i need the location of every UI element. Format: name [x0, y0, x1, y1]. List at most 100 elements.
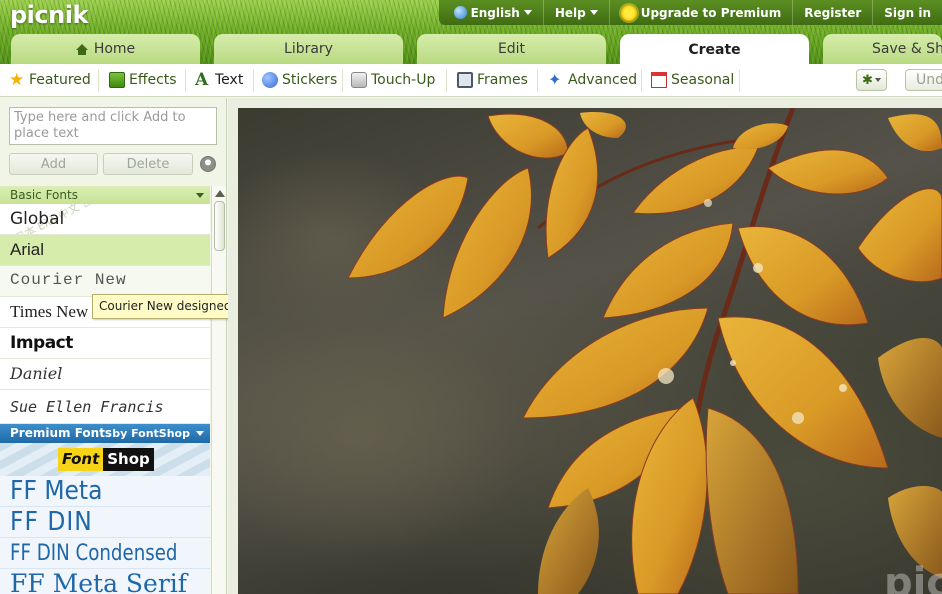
font-label: FF Meta	[10, 476, 103, 506]
divider	[253, 70, 254, 92]
font-item-daniel[interactable]: Daniel	[0, 359, 210, 390]
subtab-effects[interactable]: Effects	[109, 64, 177, 96]
scroll-up-arrow[interactable]	[215, 190, 225, 197]
sticker-icon	[262, 72, 278, 88]
help-menu[interactable]: Help	[542, 0, 609, 25]
subtab-seasonal-label: Seasonal	[671, 72, 735, 88]
tab-create-label: Create	[688, 41, 741, 58]
language-label: English	[470, 5, 520, 20]
header-bar: picnik English Help Upgrade to Premium R…	[0, 0, 942, 64]
font-label: Courier New	[10, 271, 127, 289]
subtab-frames-label: Frames	[477, 72, 528, 88]
tab-save-label: Save & Share	[872, 41, 942, 57]
fontshop-logo-font: Font	[58, 448, 104, 471]
add-button[interactable]: Add	[9, 153, 98, 175]
font-label: FF DIN	[10, 507, 93, 537]
subtab-advanced[interactable]: ✦ Advanced	[548, 64, 637, 96]
help-label: Help	[554, 5, 586, 20]
language-menu[interactable]: English	[443, 0, 543, 25]
font-item-impact[interactable]: Impact	[0, 328, 210, 359]
subtab-seasonal[interactable]: Seasonal	[651, 64, 734, 96]
font-item-ff-meta-serif[interactable]: FF Meta Serif	[0, 569, 210, 594]
premium-fonts-label: Premium Fonts	[10, 426, 113, 440]
subtab-effects-label: Effects	[129, 72, 177, 88]
font-item-global[interactable]: 日本 Ελλ 中文 한국 Global	[0, 204, 210, 235]
upgrade-link[interactable]: Upgrade to Premium	[608, 0, 793, 25]
text-input[interactable]: Type here and click Add to place text	[9, 107, 217, 145]
register-link[interactable]: Register	[792, 0, 872, 25]
fontshop-credit: by FontShop	[112, 427, 190, 440]
premium-fonts-header[interactable]: Premium Fonts by FontShop	[0, 424, 210, 443]
calendar-icon	[651, 72, 667, 88]
fontshop-logo[interactable]: Font Shop	[58, 448, 154, 471]
sun-icon	[620, 4, 637, 21]
tab-edit[interactable]: Edit	[417, 34, 606, 64]
divider	[739, 70, 740, 92]
chevron-down-icon	[196, 193, 204, 198]
subtab-stickers[interactable]: Stickers	[262, 64, 337, 96]
picnik-logo[interactable]: picnik	[10, 1, 88, 29]
subtab-text[interactable]: A Text	[195, 64, 243, 96]
font-item-ff-din[interactable]: FF DIN	[0, 507, 210, 538]
effects-icon	[109, 72, 125, 88]
font-label: FF Meta Serif	[10, 569, 188, 594]
touchup-icon	[351, 72, 367, 88]
font-label: Sue Ellen Francis	[10, 398, 164, 416]
chevron-down-icon	[589, 10, 598, 15]
undo-button[interactable]: Undo	[905, 69, 942, 91]
subtab-touchup-label: Touch-Up	[371, 72, 436, 88]
basic-fonts-header[interactable]: Basic Fonts	[0, 186, 210, 204]
scroll-thumb[interactable]	[214, 201, 225, 251]
font-label: Global	[10, 209, 65, 229]
font-item-courier[interactable]: Courier New	[0, 266, 210, 297]
subtab-touchup[interactable]: Touch-Up	[351, 64, 435, 96]
user-icon[interactable]	[200, 156, 216, 172]
delete-button[interactable]: Delete	[103, 153, 193, 175]
tab-home-label: Home	[93, 41, 136, 57]
divider	[98, 70, 99, 92]
chevron-down-icon	[196, 431, 204, 436]
autumn-leaves-image	[238, 108, 942, 594]
divider	[641, 70, 642, 92]
font-list-scrollbar[interactable]	[211, 186, 226, 594]
subtab-text-label: Text	[215, 72, 244, 88]
font-label: Daniel	[10, 364, 63, 383]
signin-label: Sign in	[884, 5, 931, 20]
picnik-watermark: pic	[883, 560, 942, 594]
signin-link[interactable]: Sign in	[872, 0, 942, 25]
tab-library[interactable]: Library	[214, 34, 403, 64]
globe-icon	[453, 6, 467, 19]
text-panel: Type here and click Add to place text Ad…	[0, 98, 227, 594]
home-icon	[75, 43, 88, 55]
register-label: Register	[804, 5, 862, 20]
divider	[537, 70, 538, 92]
font-item-ff-meta[interactable]: FF Meta	[0, 476, 210, 507]
font-label: FF DIN Condensed	[10, 541, 178, 566]
divider	[446, 70, 447, 92]
top-nav: English Help Upgrade to Premium Register…	[438, 0, 942, 25]
subtab-featured[interactable]: ★ Featured	[9, 64, 91, 96]
font-label: Impact	[10, 333, 73, 353]
magic-wand-icon: ✦	[548, 70, 562, 89]
tab-edit-label: Edit	[497, 41, 526, 57]
font-item-sue-ellen[interactable]: Sue Ellen Francis	[0, 390, 210, 424]
subtab-advanced-label: Advanced	[568, 72, 638, 88]
upgrade-label: Upgrade to Premium	[640, 5, 782, 20]
tab-home[interactable]: Home	[11, 34, 200, 64]
chevron-down-icon	[874, 78, 881, 82]
font-item-ff-din-condensed[interactable]: FF DIN Condensed	[0, 538, 210, 569]
fontshop-banner: Font Shop	[0, 443, 210, 476]
font-label: Arial	[10, 240, 45, 259]
font-item-arial[interactable]: Arial	[0, 235, 210, 266]
tab-library-label: Library	[284, 41, 333, 57]
chevron-down-icon	[523, 10, 532, 15]
settings-button[interactable]: ✱	[856, 69, 887, 91]
tab-save-share[interactable]: Save & Share	[823, 34, 942, 64]
divider	[185, 70, 186, 92]
subtab-featured-label: Featured	[29, 72, 91, 88]
divider	[342, 70, 343, 92]
subtab-frames[interactable]: Frames	[457, 64, 528, 96]
photo[interactable]: pic	[238, 108, 942, 594]
tab-create[interactable]: Create	[620, 34, 809, 64]
photo-canvas[interactable]: pic	[228, 98, 942, 594]
